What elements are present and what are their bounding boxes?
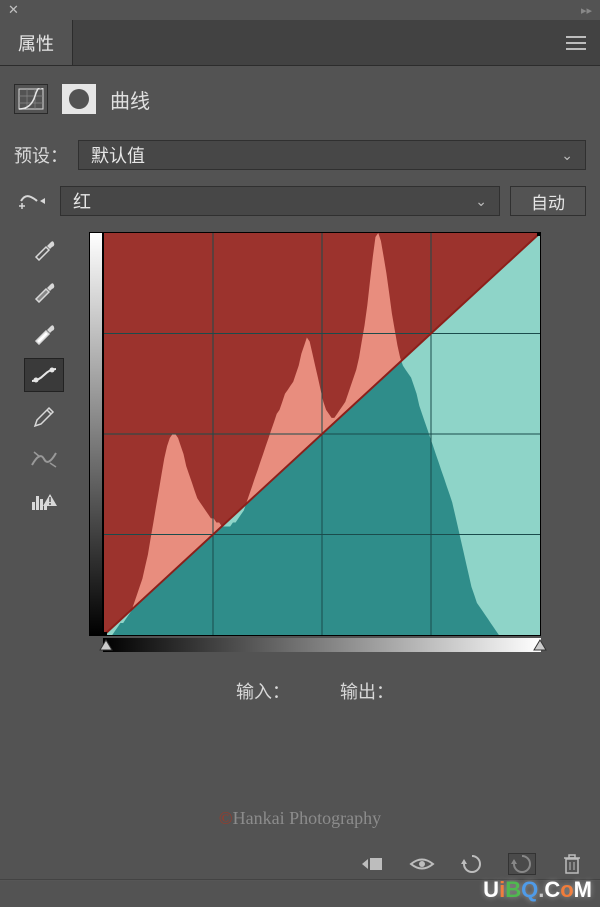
- input-gradient: [103, 638, 541, 652]
- white-point-slider[interactable]: [533, 638, 547, 652]
- clip-warning-icon[interactable]: [24, 484, 64, 518]
- pencil-tool-icon[interactable]: [24, 400, 64, 434]
- close-icon[interactable]: ✕: [8, 2, 19, 18]
- tabbar-filler: [73, 20, 552, 65]
- eyedropper-black-icon[interactable]: [24, 232, 64, 266]
- eyedropper-white-icon[interactable]: [24, 316, 64, 350]
- curves-chart[interactable]: [103, 232, 541, 636]
- curves-adjustment-icon: [14, 84, 48, 114]
- output-gradient: [89, 232, 103, 636]
- targeted-adjustment-icon[interactable]: [14, 190, 50, 212]
- auto-label: 自动: [531, 189, 565, 214]
- panel-title: 曲线: [110, 85, 150, 114]
- eyedropper-gray-icon[interactable]: [24, 274, 64, 308]
- black-point-slider[interactable]: [99, 638, 113, 652]
- reset-default-icon[interactable]: [508, 853, 536, 875]
- channel-value: 红: [73, 188, 91, 214]
- smooth-tool-icon[interactable]: [24, 442, 64, 476]
- uibq-watermark: UiBQ.CoM: [483, 877, 592, 903]
- panel-menu-icon[interactable]: [552, 20, 600, 65]
- preset-label: 预设：: [14, 142, 68, 168]
- watermark: ©Hankai Photography: [0, 808, 600, 829]
- clip-to-layer-icon[interactable]: [358, 853, 386, 875]
- chevron-down-icon: ⌄: [475, 193, 487, 210]
- preset-select[interactable]: 默认值 ⌄: [78, 140, 586, 170]
- reset-previous-icon[interactable]: [458, 853, 486, 875]
- chevron-down-icon: ⌄: [561, 147, 573, 164]
- tab-properties[interactable]: 属性: [0, 20, 73, 65]
- preset-value: 默认值: [91, 142, 145, 168]
- tab-label: 属性: [18, 30, 54, 56]
- auto-button[interactable]: 自动: [510, 186, 586, 216]
- collapse-icon[interactable]: ▸▸: [581, 4, 592, 17]
- input-label: 输入：: [236, 678, 290, 704]
- toggle-visibility-icon[interactable]: [408, 853, 436, 875]
- curve-point-tool-icon[interactable]: [24, 358, 64, 392]
- output-label: 输出：: [340, 678, 394, 704]
- trash-icon[interactable]: [558, 853, 586, 875]
- layer-mask-icon: [62, 84, 96, 114]
- channel-select[interactable]: 红 ⌄: [60, 186, 500, 216]
